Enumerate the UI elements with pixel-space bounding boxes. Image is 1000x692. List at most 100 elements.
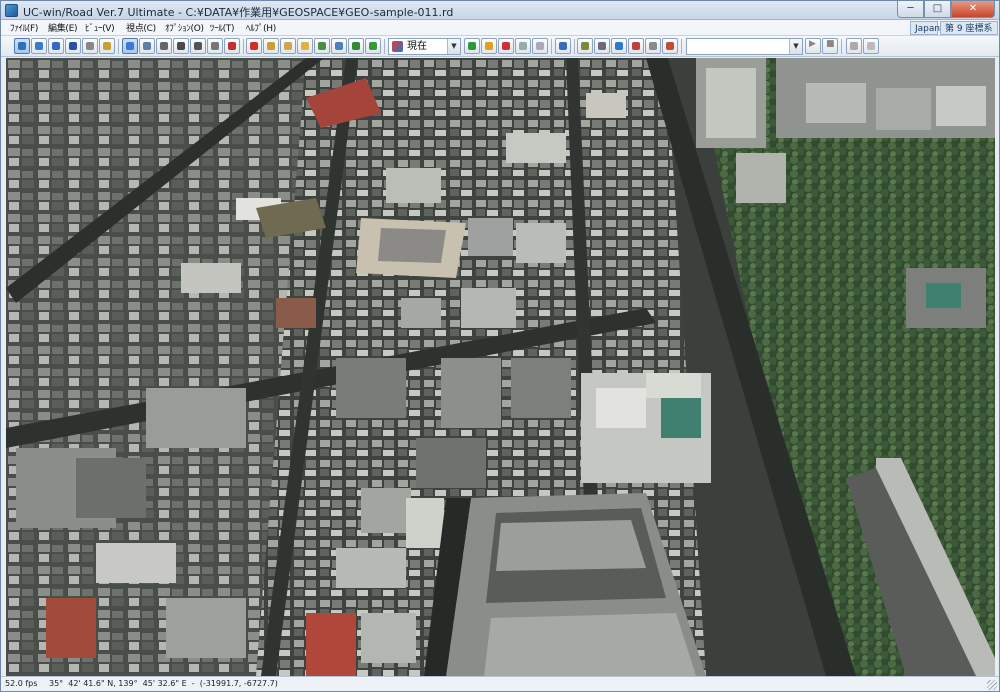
camera-icon: [143, 42, 151, 50]
road-icon: [335, 42, 343, 50]
fill-icon: [867, 42, 875, 50]
model-button[interactable]: [280, 38, 296, 54]
weather-icon: [598, 42, 606, 50]
model-icon: [284, 42, 292, 50]
3d-view[interactable]: [6, 58, 995, 676]
play-script-icon: [160, 42, 168, 50]
app-logo-icon: [5, 4, 18, 17]
lock-icon: [536, 42, 544, 50]
terrain-icon: [267, 42, 275, 50]
tools-fill-button[interactable]: [863, 38, 879, 54]
close-button[interactable]: ✕: [951, 1, 995, 18]
light-icon: [318, 42, 326, 50]
minimize-button[interactable]: ─: [897, 1, 924, 18]
fly-icon: [69, 42, 77, 50]
walk-icon: [86, 42, 94, 50]
pen-icon: [559, 42, 567, 50]
stop-playback-button[interactable]: ■: [822, 38, 838, 54]
zoom-icon: [103, 42, 111, 50]
time-icon: [392, 41, 403, 52]
window-title: UC-win/Road Ver.7 Ultimate - C:¥DATA¥作業用…: [23, 6, 454, 19]
compass-icon: [228, 42, 236, 50]
chevron-down-icon[interactable]: ▼: [447, 39, 460, 54]
signal-green-button[interactable]: [464, 38, 480, 54]
chevron-down-icon[interactable]: ▼: [789, 39, 802, 54]
signal-red-icon: [502, 42, 510, 50]
record-icon: [177, 42, 185, 50]
fly-button[interactable]: [65, 38, 81, 54]
light-button[interactable]: [314, 38, 330, 54]
network-icon: [615, 42, 623, 50]
cross-section-icon: [519, 42, 527, 50]
rotate-down-icon: [35, 42, 43, 50]
drive-icon: [211, 42, 219, 50]
menu-file[interactable]: ﾌｧｲﾙ(F): [10, 21, 38, 34]
report-button[interactable]: [628, 38, 644, 54]
network-button[interactable]: [611, 38, 627, 54]
report-icon: [632, 42, 640, 50]
pen-button[interactable]: [555, 38, 571, 54]
layer-button[interactable]: [577, 38, 593, 54]
cross-section-button[interactable]: [515, 38, 531, 54]
menu-viewpoint[interactable]: 視点(C): [126, 21, 156, 34]
play-icon: ▶: [809, 39, 816, 49]
main-toolbar: 現在 ▼ ▼ ▶ ■: [1, 36, 999, 57]
title-bar[interactable]: UC-win/Road Ver.7 Ultimate - C:¥DATA¥作業用…: [1, 1, 999, 20]
road-button[interactable]: [331, 38, 347, 54]
aerial-city-scene[interactable]: [6, 58, 995, 676]
tools-icon: [850, 42, 858, 50]
play-script-button[interactable]: [156, 38, 172, 54]
tree-button[interactable]: [348, 38, 364, 54]
car-button[interactable]: [190, 38, 206, 54]
resize-grip-icon[interactable]: [987, 680, 997, 690]
lock-button[interactable]: [532, 38, 548, 54]
pan-button[interactable]: [48, 38, 64, 54]
cut-button[interactable]: [662, 38, 678, 54]
stop-icon: [250, 42, 258, 50]
move-mode-icon: [18, 42, 26, 50]
tree-alt-icon: [369, 42, 377, 50]
terrain-button[interactable]: [263, 38, 279, 54]
record-button[interactable]: [173, 38, 189, 54]
menu-view[interactable]: ﾋﾞｭｰ(V): [85, 21, 115, 34]
app-window: UC-win/Road Ver.7 Ultimate - C:¥DATA¥作業用…: [0, 0, 1000, 692]
zoom-button[interactable]: [99, 38, 115, 54]
maximize-button[interactable]: □: [924, 1, 951, 18]
stop-button[interactable]: [246, 38, 262, 54]
menu-tools[interactable]: ﾂｰﾙ(T): [210, 21, 235, 34]
menu-options[interactable]: ｵﾌﾟｼｮﾝ(O): [165, 21, 204, 34]
texture-button[interactable]: [297, 38, 313, 54]
script-select[interactable]: ▼: [686, 38, 803, 55]
signal-red-button[interactable]: [498, 38, 514, 54]
tree-icon: [352, 42, 360, 50]
tools-x-button[interactable]: [846, 38, 862, 54]
camera-button[interactable]: [139, 38, 155, 54]
menu-bar: ﾌｧｲﾙ(F) 編集(E) ﾋﾞｭｰ(V) 視点(C) ｵﾌﾟｼｮﾝ(O) ﾂｰ…: [1, 20, 999, 36]
language-indicator[interactable]: Japan: [910, 21, 940, 35]
cut-icon: [666, 42, 674, 50]
car-icon: [194, 42, 202, 50]
coordinate-system-indicator[interactable]: 第 9 座標系: [940, 21, 998, 35]
signal-yellow-icon: [485, 42, 493, 50]
stop-square-icon: ■: [826, 39, 835, 49]
menu-edit[interactable]: 編集(E): [48, 21, 78, 34]
play-button[interactable]: ▶: [805, 38, 821, 54]
walk-button[interactable]: [82, 38, 98, 54]
tree-alt-button[interactable]: [365, 38, 381, 54]
select-icon: [126, 42, 134, 50]
export-button[interactable]: [645, 38, 661, 54]
signal-yellow-button[interactable]: [481, 38, 497, 54]
texture-icon: [301, 42, 309, 50]
fps-readout: 52.0 fps: [5, 679, 38, 688]
time-select[interactable]: 現在 ▼: [388, 38, 461, 55]
compass-button[interactable]: [224, 38, 240, 54]
layer-icon: [581, 42, 589, 50]
rotate-down-button[interactable]: [31, 38, 47, 54]
move-mode-button[interactable]: [14, 38, 30, 54]
drive-button[interactable]: [207, 38, 223, 54]
pan-icon: [52, 42, 60, 50]
select-button[interactable]: [122, 38, 138, 54]
menu-help[interactable]: ﾍﾙﾌﾟ(H): [246, 21, 276, 34]
weather-button[interactable]: [594, 38, 610, 54]
window-controls: ─ □ ✕: [897, 1, 995, 18]
